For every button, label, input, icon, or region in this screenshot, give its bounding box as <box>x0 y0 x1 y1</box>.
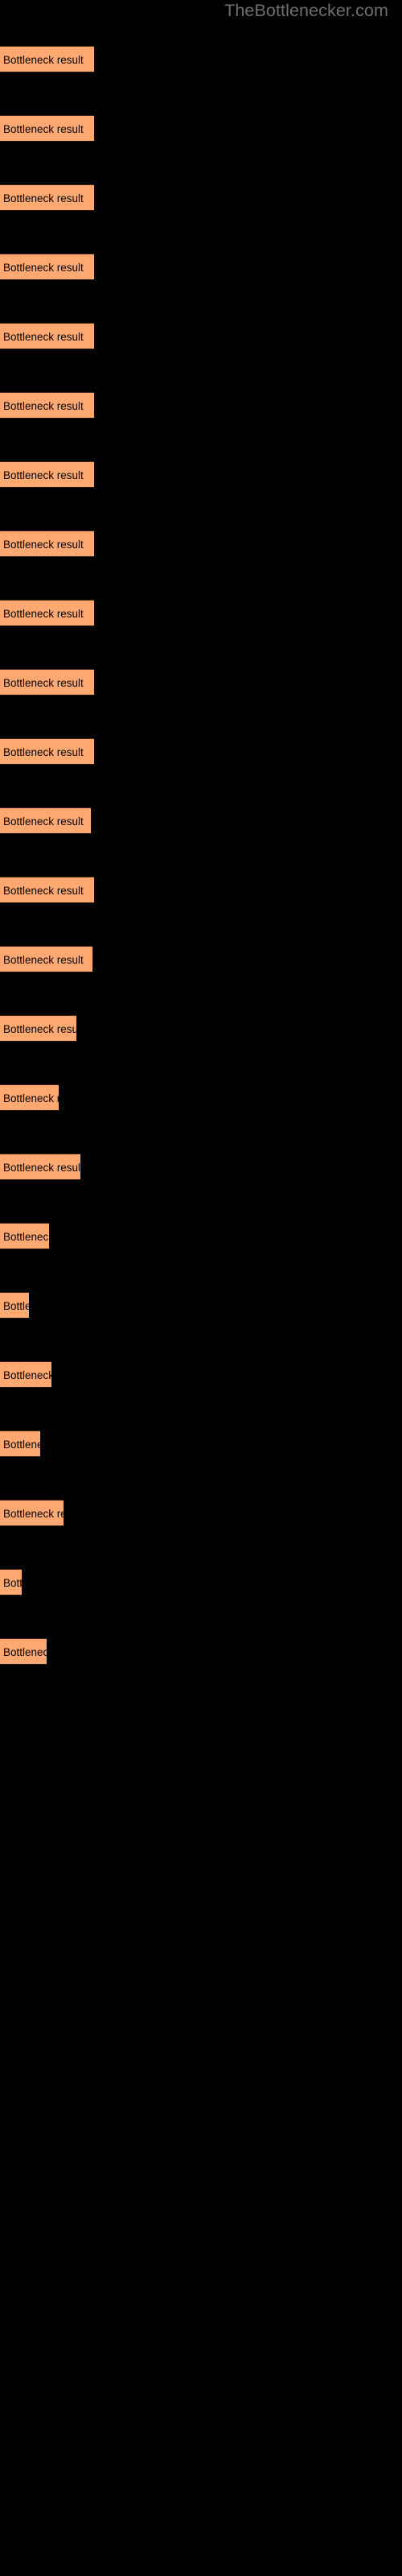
bar-row: Bottleneck result <box>0 254 94 280</box>
bar-row: Bottleneck result <box>0 392 94 419</box>
bar-row: Bottleneck result <box>0 1015 76 1042</box>
bar-row: Bottleneck result <box>0 461 94 488</box>
bar-label-clip: Bottleneck result <box>0 393 94 419</box>
bottleneck-result-bar[interactable]: Bottleneck result <box>0 946 92 972</box>
bar-label: Bottleneck result <box>3 469 84 481</box>
bar-label: Bottleneck result <box>3 608 84 620</box>
bar-label: Bottleneck result <box>3 1092 59 1104</box>
bar-label: Bottleneck result <box>3 677 84 689</box>
bar-label: Bottleneck result <box>3 331 84 343</box>
bar-label: Bottleneck result <box>3 262 84 274</box>
bar-label: Bottleneck result <box>3 1300 29 1312</box>
bar-label: Bottleneck result <box>3 815 84 828</box>
bar-row: Bottleneck result <box>0 669 94 696</box>
site-watermark: TheBottlenecker.com <box>224 1 388 20</box>
bar-label: Bottleneck result <box>3 1023 76 1035</box>
bar-row: Bottleneck result <box>0 530 94 557</box>
bar-label-clip: Bottleneck result <box>0 1570 22 1596</box>
bar-label-clip: Bottleneck result <box>0 1501 64 1527</box>
bar-label: Bottleneck result <box>3 1162 80 1174</box>
bar-label-clip: Bottleneck result <box>0 47 94 73</box>
bar-label: Bottleneck result <box>3 54 84 66</box>
bottleneck-result-bar[interactable]: Bottleneck result <box>0 1084 59 1111</box>
bar-label-clip: Bottleneck result <box>0 116 94 142</box>
bar-label-clip: Bottleneck result <box>0 185 94 212</box>
bottleneck-result-bar[interactable]: Bottleneck result <box>0 1430 40 1457</box>
bar-label: Bottleneck result <box>3 885 84 897</box>
bar-row: Bottleneck result <box>0 1223 49 1249</box>
bar-label-clip: Bottleneck result <box>0 1431 40 1458</box>
bottleneck-result-bar[interactable]: Bottleneck result <box>0 46 94 72</box>
bar-label-clip: Bottleneck result <box>0 1362 51 1389</box>
bottleneck-result-bar[interactable]: Bottleneck result <box>0 323 94 349</box>
bar-row: Bottleneck result <box>0 807 91 834</box>
bar-label-clip: Bottleneck result <box>0 947 92 973</box>
bar-label: Bottleneck result <box>3 1508 64 1520</box>
bar-label: Bottleneck result <box>3 123 84 135</box>
bar-label-clip: Bottleneck result <box>0 462 94 489</box>
bottleneck-result-bar[interactable]: Bottleneck result <box>0 1569 22 1596</box>
bottleneck-result-bar[interactable]: Bottleneck result <box>0 669 94 696</box>
bar-row: Bottleneck result <box>0 1638 47 1665</box>
bottleneck-chart: TheBottlenecker.com Bottleneck result Bot… <box>0 0 402 2576</box>
bar-row: Bottleneck result <box>0 600 94 626</box>
bar-row: Bottleneck result <box>0 1154 80 1180</box>
bottleneck-result-bar[interactable]: Bottleneck result <box>0 738 94 765</box>
bottleneck-result-bar[interactable]: Bottleneck result <box>0 807 91 834</box>
bar-label-clip: Bottleneck result <box>0 877 94 904</box>
bottleneck-result-bar[interactable]: Bottleneck result <box>0 115 94 142</box>
bottleneck-result-bar[interactable]: Bottleneck result <box>0 1292 29 1319</box>
bottleneck-result-bar[interactable]: Bottleneck result <box>0 530 94 557</box>
bar-label: Bottleneck result <box>3 1231 49 1243</box>
bar-row: Bottleneck result <box>0 1084 59 1111</box>
bar-row: Bottleneck result <box>0 184 94 211</box>
bottleneck-result-bar[interactable]: Bottleneck result <box>0 877 94 903</box>
bar-label-clip: Bottleneck result <box>0 808 91 835</box>
bar-row: Bottleneck result <box>0 877 94 903</box>
bottleneck-result-bar[interactable]: Bottleneck result <box>0 1154 80 1180</box>
bottleneck-result-bar[interactable]: Bottleneck result <box>0 1361 51 1388</box>
bottleneck-result-bar[interactable]: Bottleneck result <box>0 392 94 419</box>
bar-label-clip: Bottleneck result <box>0 1085 59 1112</box>
bar-label: Bottleneck result <box>3 539 84 551</box>
bottleneck-result-bar[interactable]: Bottleneck result <box>0 461 94 488</box>
bar-row: Bottleneck result <box>0 1430 40 1457</box>
bar-row: Bottleneck result <box>0 1361 51 1388</box>
bar-row: Bottleneck result <box>0 1292 29 1319</box>
bar-label: Bottleneck result <box>3 746 84 758</box>
bar-label-clip: Bottleneck result <box>0 1016 76 1042</box>
bar-row: Bottleneck result <box>0 738 94 765</box>
bottleneck-result-bar[interactable]: Bottleneck result <box>0 1223 49 1249</box>
bar-label-clip: Bottleneck result <box>0 670 94 696</box>
bottleneck-result-bar[interactable]: Bottleneck result <box>0 600 94 626</box>
bottleneck-result-bar[interactable]: Bottleneck result <box>0 254 94 280</box>
bottleneck-result-bar[interactable]: Bottleneck result <box>0 1015 76 1042</box>
bar-row: Bottleneck result <box>0 1569 22 1596</box>
bottleneck-result-bar[interactable]: Bottleneck result <box>0 1500 64 1526</box>
bar-row: Bottleneck result <box>0 115 94 142</box>
bar-row: Bottleneck result <box>0 46 94 72</box>
bar-label: Bottleneck result <box>3 192 84 204</box>
bottleneck-result-bar[interactable]: Bottleneck result <box>0 184 94 211</box>
bar-row: Bottleneck result <box>0 946 92 972</box>
bar-label: Bottleneck result <box>3 1369 51 1381</box>
bar-label: Bottleneck result <box>3 954 84 966</box>
bar-label-clip: Bottleneck result <box>0 601 94 627</box>
bar-label: Bottleneck result <box>3 1577 22 1589</box>
bar-label-clip: Bottleneck result <box>0 1224 49 1250</box>
bar-label-clip: Bottleneck result <box>0 531 94 558</box>
bar-label: Bottleneck result <box>3 400 84 412</box>
bar-label-clip: Bottleneck result <box>0 254 94 281</box>
bar-row: Bottleneck result <box>0 323 94 349</box>
bar-row: Bottleneck result <box>0 1500 64 1526</box>
bar-label-clip: Bottleneck result <box>0 324 94 350</box>
bottleneck-result-bar[interactable]: Bottleneck result <box>0 1638 47 1665</box>
bar-label: Bottleneck result <box>3 1439 40 1451</box>
bar-label-clip: Bottleneck result <box>0 739 94 766</box>
bar-label-clip: Bottleneck result <box>0 1293 29 1319</box>
bar-label-clip: Bottleneck result <box>0 1639 47 1666</box>
bar-label: Bottleneck result <box>3 1646 47 1658</box>
bar-label-clip: Bottleneck result <box>0 1154 80 1181</box>
